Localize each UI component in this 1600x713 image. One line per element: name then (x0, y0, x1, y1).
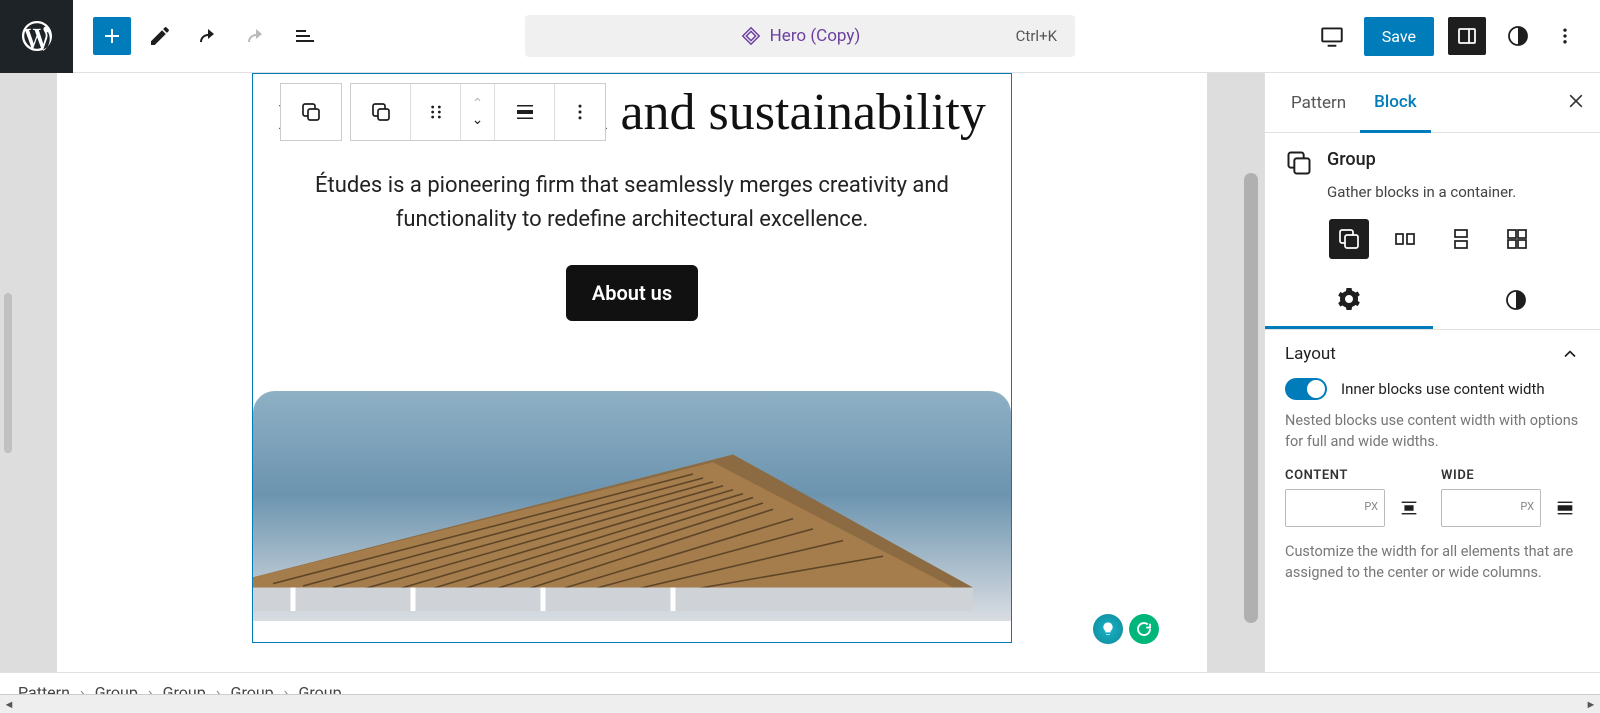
settings-sidebar-toggle[interactable] (1448, 17, 1486, 55)
chevron-up-icon (1560, 344, 1580, 364)
block-description: Gather blocks in a container. (1327, 183, 1580, 201)
drag-icon (426, 102, 446, 122)
styles-button[interactable] (1500, 18, 1536, 54)
pencil-icon (148, 24, 172, 48)
block-inserter-button[interactable] (93, 17, 131, 55)
variation-row[interactable] (1385, 219, 1425, 259)
layout-panel-title: Layout (1285, 344, 1336, 364)
selected-group-block[interactable]: nt to innovation and sustainability Étud… (252, 73, 1012, 643)
content-width-toggle-label: Inner blocks use content width (1341, 380, 1545, 398)
variation-group[interactable] (1329, 219, 1369, 259)
document-title-bar[interactable]: Hero (Copy) Ctrl+K (525, 15, 1075, 57)
group-variation-picker (1285, 219, 1580, 259)
canvas-vertical-scrollbar[interactable] (1242, 73, 1260, 672)
redo-button (237, 17, 275, 55)
pattern-icon (740, 25, 762, 47)
tab-block[interactable]: Block (1360, 74, 1430, 133)
content-width-input[interactable]: PX (1285, 489, 1385, 527)
block-card: Group Gather blocks in a container. (1265, 133, 1600, 271)
plus-icon (100, 24, 124, 48)
settings-tab[interactable] (1265, 271, 1433, 329)
save-button[interactable]: Save (1364, 17, 1434, 56)
topbar-right-tools: Save (1314, 17, 1580, 56)
floating-badges (1093, 614, 1159, 644)
half-circle-icon (1506, 24, 1530, 48)
group-icon (1337, 227, 1361, 251)
group-icon (369, 100, 393, 124)
kebab-icon (570, 100, 590, 124)
editor-topbar: Hero (Copy) Ctrl+K Save (0, 0, 1600, 73)
inspector-panel-tabs (1265, 271, 1600, 330)
content-width-unit: PX (1364, 500, 1378, 513)
select-parent-button[interactable] (281, 84, 341, 140)
content-width-help: Nested blocks use content width with opt… (1285, 410, 1580, 452)
document-title: Hero (Copy) (740, 25, 861, 47)
variation-stack[interactable] (1441, 219, 1481, 259)
move-up-button: ⌃ (472, 96, 484, 112)
wide-width-input[interactable]: PX (1441, 489, 1541, 527)
undo-icon (196, 24, 220, 48)
grid-icon (1505, 227, 1529, 251)
styles-tab[interactable] (1433, 271, 1600, 329)
bulb-icon (1100, 621, 1116, 637)
close-icon (1566, 91, 1586, 111)
block-options-button[interactable] (555, 84, 605, 140)
half-circle-icon (1504, 288, 1528, 312)
hero-image[interactable] (253, 391, 1011, 621)
stack-icon (1449, 227, 1473, 251)
layout-panel: Layout Inner blocks use content width Ne… (1265, 330, 1600, 589)
more-menu-button[interactable] (1550, 18, 1580, 54)
wordpress-logo-button[interactable] (0, 0, 73, 73)
close-sidebar-button[interactable] (1566, 91, 1586, 111)
left-scrollbar[interactable] (4, 293, 12, 453)
align-center-icon (1398, 497, 1420, 519)
hero-button[interactable]: About us (566, 265, 698, 321)
wide-width-label: WIDE (1441, 468, 1581, 483)
group-icon (299, 100, 323, 124)
align-wide-icon (1554, 497, 1576, 519)
group-icon (1285, 149, 1313, 177)
row-icon (1393, 227, 1417, 251)
customize-width-help: Customize the width for all elements tha… (1285, 541, 1580, 583)
editor-main: nt to innovation and sustainability Étud… (0, 73, 1600, 672)
block-toolbar: ⌃ ⌄ (280, 83, 606, 141)
settings-sidebar: Pattern Block Group Gather blocks in a c… (1264, 73, 1600, 672)
hero-subheading[interactable]: Études is a pioneering firm that seamles… (253, 169, 1011, 237)
content-width-label: CONTENT (1285, 468, 1425, 483)
gear-icon (1337, 287, 1361, 311)
block-type-button[interactable] (351, 84, 411, 140)
align-button[interactable] (495, 84, 555, 140)
building-illustration (253, 431, 973, 611)
desktop-icon (1319, 23, 1345, 49)
move-buttons[interactable]: ⌃ ⌄ (461, 84, 495, 140)
kebab-icon (1555, 24, 1575, 48)
command-shortcut: Ctrl+K (1016, 27, 1057, 45)
device-preview-button[interactable] (1314, 18, 1350, 54)
variation-grid[interactable] (1497, 219, 1537, 259)
drag-handle[interactable] (411, 84, 461, 140)
collapse-panel-button[interactable] (1560, 344, 1580, 364)
undo-button[interactable] (189, 17, 227, 55)
content-width-toggle[interactable] (1285, 378, 1327, 400)
sidebar-tabs: Pattern Block (1265, 73, 1600, 133)
helper-badge[interactable] (1093, 614, 1123, 644)
tab-pattern[interactable]: Pattern (1277, 73, 1360, 132)
wide-align-button[interactable] (1549, 489, 1581, 527)
grammarly-icon (1135, 620, 1153, 638)
content-align-button[interactable] (1393, 489, 1425, 527)
scrollbar-thumb[interactable] (1244, 173, 1258, 623)
editor-page[interactable]: nt to innovation and sustainability Étud… (57, 73, 1207, 672)
sidebar-panel-icon (1455, 24, 1479, 48)
grammarly-badge[interactable] (1129, 614, 1159, 644)
block-name: Group (1327, 149, 1376, 170)
tools-button[interactable] (141, 17, 179, 55)
editor-canvas-area: nt to innovation and sustainability Étud… (0, 73, 1264, 672)
document-overview-button[interactable] (285, 17, 323, 55)
redo-icon (244, 24, 268, 48)
wordpress-logo-icon (19, 18, 55, 54)
wide-width-unit: PX (1520, 500, 1534, 513)
align-icon (513, 100, 537, 124)
list-view-icon (292, 24, 316, 48)
move-down-button[interactable]: ⌄ (472, 112, 484, 128)
